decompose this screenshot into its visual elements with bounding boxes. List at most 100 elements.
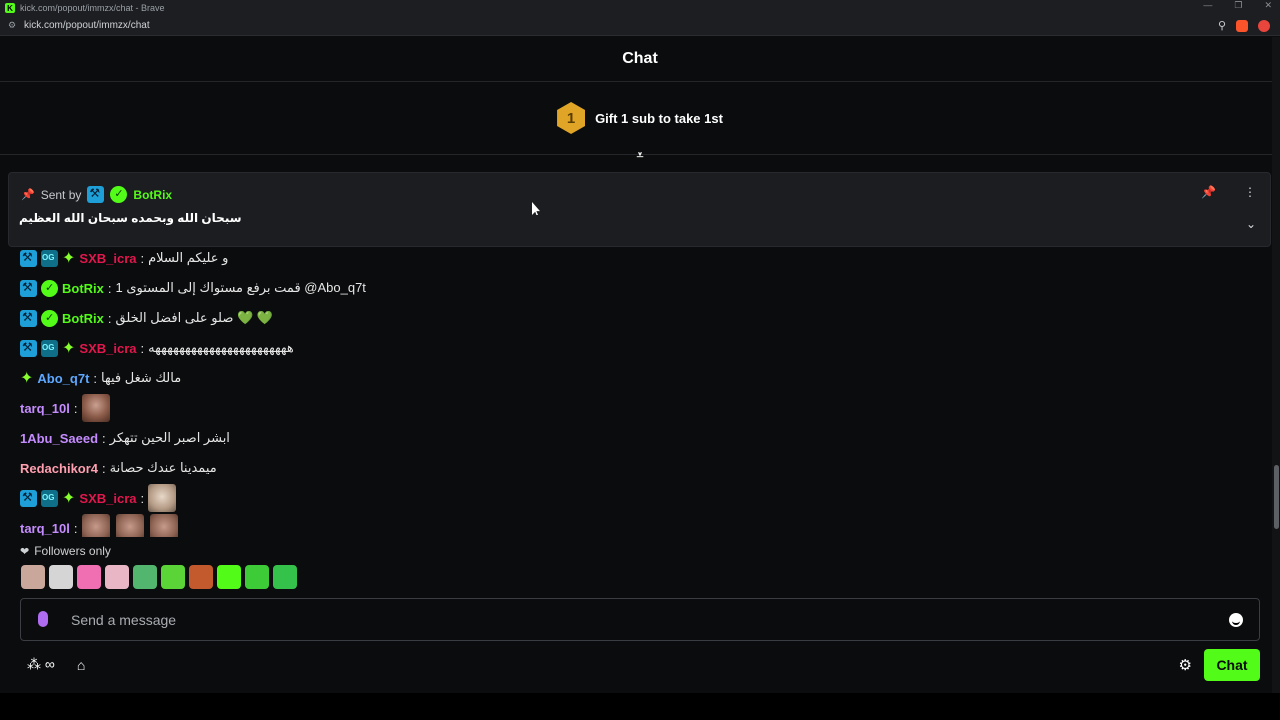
verified-icon bbox=[41, 279, 58, 297]
pinned-message[interactable]: 📌 Sent by BotRix سبحان الله وبحمده سبحان… bbox=[8, 172, 1271, 247]
pinned-meta: 📌 Sent by BotRix bbox=[21, 186, 172, 203]
emote-pale-icon[interactable] bbox=[49, 565, 73, 589]
unpin-icon[interactable]: 📌 bbox=[1201, 185, 1216, 199]
message-text: ميمدينا عندك حصانة bbox=[109, 460, 217, 475]
emote-bunny-icon[interactable] bbox=[105, 565, 129, 589]
mod-icon bbox=[20, 309, 37, 327]
gear-icon[interactable]: ⚙ bbox=[1179, 656, 1192, 674]
brave-rewards-icon[interactable] bbox=[1258, 19, 1270, 32]
emoji-picker-icon[interactable] bbox=[1229, 613, 1243, 627]
verified-icon bbox=[110, 186, 128, 203]
username[interactable]: BotRix bbox=[62, 311, 104, 326]
emote-hearts-icon[interactable] bbox=[77, 565, 101, 589]
emote-image[interactable] bbox=[148, 484, 177, 512]
username[interactable]: SXB_icra bbox=[79, 341, 136, 356]
emote-image[interactable] bbox=[81, 394, 110, 422]
chat-message: ✦ Abo_q7t: مالك شغل فيها bbox=[20, 369, 182, 387]
chat-message: ✦ SXB_icra: و عليكم السلام bbox=[20, 247, 228, 269]
message-text: هههههههههههههههههههههههه bbox=[148, 340, 294, 355]
message-text: و عليكم السلام bbox=[148, 250, 229, 265]
sparkle-icon: ✦ bbox=[62, 489, 76, 507]
minimize-icon[interactable]: — bbox=[1203, 0, 1212, 11]
chat-message: 1Abu_Saeed: ابشر اصبر الحين تتهكر bbox=[20, 430, 230, 446]
pinned-text: سبحان الله وبحمده سبحان الله العظيم bbox=[19, 211, 242, 225]
zoom-icon[interactable]: ⚲ bbox=[1218, 19, 1226, 32]
mod-icon bbox=[20, 249, 37, 267]
verified-icon bbox=[41, 309, 58, 327]
pinned-author[interactable]: BotRix bbox=[133, 188, 172, 202]
message-list: ✦ SXB_icra: و عليكم السلام BotRix: قمت ب… bbox=[0, 247, 1270, 537]
chat-message: BotRix: قمت برفع مستواك إلى المستوى 1 @A… bbox=[20, 277, 366, 299]
username[interactable]: Redachikor4 bbox=[20, 461, 98, 476]
message-text: ابشر اصبر الحين تتهكر bbox=[109, 430, 230, 445]
chat-message: BotRix: صلو على افضل الخلق 💚 💚 bbox=[20, 307, 273, 329]
recent-emotes bbox=[21, 565, 297, 589]
close-icon[interactable]: ✕ bbox=[1264, 0, 1272, 11]
username[interactable]: SXB_icra bbox=[79, 491, 136, 506]
emote-cube-icon[interactable] bbox=[189, 565, 213, 589]
message-text: قمت برفع مستواك إلى المستوى 1 @Abo_q7t bbox=[115, 280, 366, 295]
emote-image[interactable] bbox=[115, 514, 144, 537]
gift-leaderboard[interactable]: 1 Gift 1 sub to take 1st ⩡ bbox=[0, 82, 1280, 162]
username[interactable]: BotRix bbox=[62, 281, 104, 296]
restore-icon[interactable]: ❐ bbox=[1234, 0, 1242, 11]
heart-icon: ❤ bbox=[20, 545, 30, 558]
window-title: kick.com/popout/immzx/chat - Brave bbox=[20, 3, 165, 13]
send-chat-button[interactable]: Chat bbox=[1204, 649, 1260, 681]
url-text[interactable]: kick.com/popout/immzx/chat bbox=[24, 20, 150, 31]
username[interactable]: SXB_icra bbox=[79, 251, 136, 266]
emote-angel-icon[interactable] bbox=[161, 565, 185, 589]
microphone-icon[interactable] bbox=[38, 611, 48, 627]
chat-message: ✦ SXB_icra: هههههههههههههههههههههههه bbox=[20, 337, 294, 359]
message-text: مالك شغل فيها bbox=[101, 370, 182, 385]
username[interactable]: tarq_10l bbox=[20, 401, 70, 416]
site-info-icon[interactable]: ⚙ bbox=[8, 20, 18, 31]
chat-message: Redachikor4: ميمدينا عندك حصانة bbox=[20, 460, 217, 476]
gift-text: Gift 1 sub to take 1st bbox=[595, 110, 723, 126]
emote-frog-icon[interactable] bbox=[133, 565, 157, 589]
footer-right-actions: ⚙ Chat bbox=[1179, 649, 1260, 681]
window-controls: — ❐ ✕ bbox=[1203, 0, 1272, 11]
emote-headphones-icon[interactable] bbox=[273, 565, 297, 589]
username[interactable]: tarq_10l bbox=[20, 521, 70, 536]
username[interactable]: 1Abu_Saeed bbox=[20, 431, 98, 446]
message-text: صلو على افضل الخلق 💚 💚 bbox=[115, 310, 273, 325]
store-icon[interactable]: ⌂ bbox=[77, 657, 85, 673]
message-input-box[interactable] bbox=[20, 598, 1260, 641]
chat-message: tarq_10l: bbox=[20, 514, 180, 537]
followers-only-indicator: ❤ Followers only bbox=[20, 544, 111, 558]
address-bar[interactable]: ⚙ kick.com/popout/immzx/chat ⚲ bbox=[0, 16, 1280, 36]
emote-image[interactable] bbox=[149, 514, 178, 537]
message-input[interactable] bbox=[71, 609, 1211, 631]
emote-laugh-icon[interactable] bbox=[245, 565, 269, 589]
emote-clown-icon[interactable] bbox=[217, 565, 241, 589]
sparkle-icon: ✦ bbox=[62, 339, 76, 357]
brave-shields-icon[interactable] bbox=[1236, 19, 1248, 32]
mod-icon bbox=[20, 489, 37, 507]
browser-titlebar: K kick.com/popout/immzx/chat - Brave — ❐… bbox=[0, 0, 1280, 16]
chat-message: ✦ SXB_icra: bbox=[20, 484, 178, 512]
footer-left-actions: ⁂ ∞ ⌂ bbox=[27, 656, 85, 673]
chat-page: Chat 1 Gift 1 sub to take 1st ⩡ ✦ SXB_ic… bbox=[0, 37, 1280, 693]
followers-only-label: Followers only bbox=[34, 544, 111, 558]
sparkle-icon: ✦ bbox=[20, 369, 34, 387]
scrollbar[interactable] bbox=[1272, 37, 1280, 693]
emote-image[interactable] bbox=[81, 514, 110, 537]
pin-icon: 📌 bbox=[21, 189, 35, 201]
chat-footer: ⁂ ∞ ⌂ ⚙ Chat bbox=[0, 646, 1280, 686]
collapse-icon[interactable]: ⩡ bbox=[632, 148, 648, 162]
emote-baby-icon[interactable] bbox=[21, 565, 45, 589]
chevron-down-icon[interactable]: ⌄ bbox=[1246, 217, 1256, 231]
url-actions: ⚲ bbox=[1218, 19, 1270, 32]
chat-title: Chat bbox=[0, 37, 1280, 82]
rank-badge-icon: 1 bbox=[557, 102, 586, 134]
more-options-icon[interactable]: ⋮ bbox=[1244, 185, 1256, 199]
sent-by-label: Sent by bbox=[40, 187, 82, 202]
channel-points-icon[interactable]: ⁂ ∞ bbox=[27, 656, 55, 673]
mod-icon bbox=[20, 279, 37, 297]
sparkle-icon: ✦ bbox=[62, 249, 76, 267]
username[interactable]: Abo_q7t bbox=[37, 371, 89, 386]
og-icon bbox=[41, 489, 58, 507]
scrollbar-thumb[interactable] bbox=[1274, 465, 1279, 529]
og-icon bbox=[41, 339, 58, 357]
